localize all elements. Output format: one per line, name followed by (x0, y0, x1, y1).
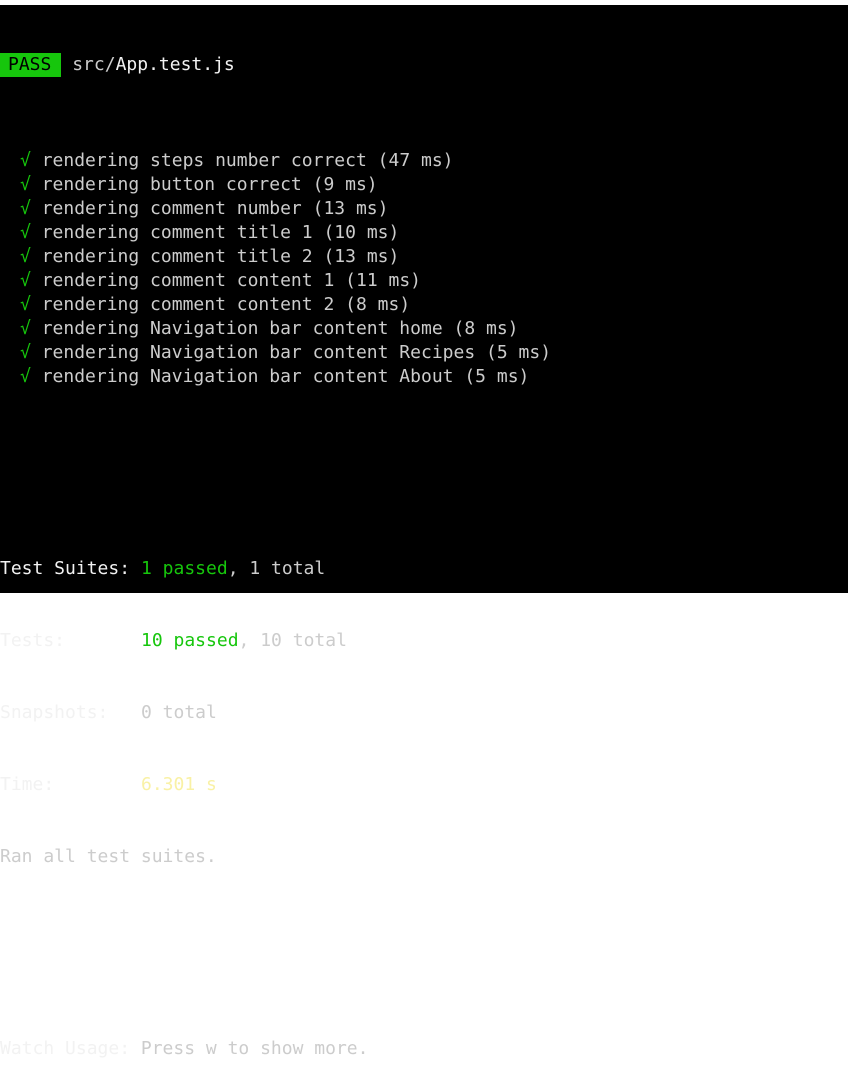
test-name: rendering comment content 2 (41, 294, 335, 315)
test-result-row: √ rendering Navigation bar content home … (0, 317, 848, 341)
check-icon: √ (20, 270, 31, 291)
test-result-row: √ rendering button correct (9 ms) (0, 173, 848, 197)
test-file-header: PASS src/App.test.js (0, 53, 848, 77)
test-duration: (5 ms) (486, 342, 552, 363)
test-duration: (13 ms) (312, 198, 389, 219)
test-file-name: App.test.js (115, 54, 235, 75)
test-name: rendering Navigation bar content About (41, 366, 454, 387)
pass-badge: PASS (0, 53, 62, 77)
watch-usage-text: Press w to show more. (130, 1038, 369, 1059)
test-name: rendering comment content 1 (41, 270, 335, 291)
snapshots-value: 0 total (141, 702, 217, 723)
test-name: rendering comment title 1 (41, 222, 313, 243)
check-icon: √ (20, 318, 31, 339)
test-result-row: √ rendering comment title 1 (10 ms) (0, 221, 848, 245)
check-icon: √ (20, 246, 31, 267)
watch-usage-label: Watch Usage: (0, 1038, 131, 1059)
check-icon: √ (20, 294, 31, 315)
check-icon: √ (20, 366, 31, 387)
test-name: rendering button correct (41, 174, 302, 195)
test-result-row: √ rendering comment content 1 (11 ms) (0, 269, 848, 293)
watch-usage: Watch Usage: Press w to show more. (0, 1037, 848, 1061)
tests-total: , 10 total (238, 630, 347, 651)
snapshots-label: Snapshots: (0, 702, 109, 723)
test-duration: (11 ms) (345, 270, 421, 291)
ran-all-message: Ran all test suites. (0, 845, 848, 869)
suites-total: , 1 total (227, 558, 326, 579)
time-label: Time: (0, 774, 55, 795)
suites-passed: 1 passed (141, 558, 228, 579)
test-duration: (8 ms) (453, 318, 519, 339)
check-icon: √ (20, 342, 31, 363)
test-result-row: √ rendering steps number correct (47 ms) (0, 149, 848, 173)
summary-tests: Tests: 10 passed, 10 total (0, 629, 848, 653)
check-icon: √ (20, 198, 31, 219)
test-name: rendering steps number correct (41, 150, 367, 171)
check-icon: √ (20, 222, 31, 243)
test-result-row: √ rendering Navigation bar content About… (0, 365, 848, 389)
test-duration: (9 ms) (312, 174, 378, 195)
check-icon: √ (20, 174, 31, 195)
test-duration: (13 ms) (323, 246, 400, 267)
ran-all-text: Ran all test suites. (0, 846, 217, 867)
summary-snapshots: Snapshots: 0 total (0, 701, 848, 725)
test-result-row: √ rendering comment content 2 (8 ms) (0, 293, 848, 317)
tests-label: Tests: (0, 630, 66, 651)
test-duration: (5 ms) (464, 366, 530, 387)
test-duration: (8 ms) (345, 294, 411, 315)
test-duration: (47 ms) (377, 150, 454, 171)
tests-passed: 10 passed (141, 630, 239, 651)
test-result-row: √ rendering comment title 2 (13 ms) (0, 245, 848, 269)
time-value: 6.301 s (141, 774, 217, 795)
test-name: rendering comment title 2 (41, 246, 313, 267)
summary-suites: Test Suites: 1 passed, 1 total (0, 557, 848, 581)
test-file-dir: src/ (72, 54, 116, 75)
summary-time: Time: 6.301 s (0, 773, 848, 797)
test-results-list: √ rendering steps number correct (47 ms)… (0, 149, 848, 389)
test-name: rendering Navigation bar content Recipes (41, 342, 476, 363)
test-result-row: √ rendering comment number (13 ms) (0, 197, 848, 221)
suites-label: Test Suites: (0, 558, 131, 579)
test-name: rendering comment number (41, 198, 302, 219)
test-result-row: √ rendering Navigation bar content Recip… (0, 341, 848, 365)
terminal-window: PASS src/App.test.js √ rendering steps n… (0, 5, 848, 1059)
test-name: rendering Navigation bar content home (41, 318, 443, 339)
check-icon: √ (20, 150, 31, 171)
test-duration: (10 ms) (323, 222, 400, 243)
